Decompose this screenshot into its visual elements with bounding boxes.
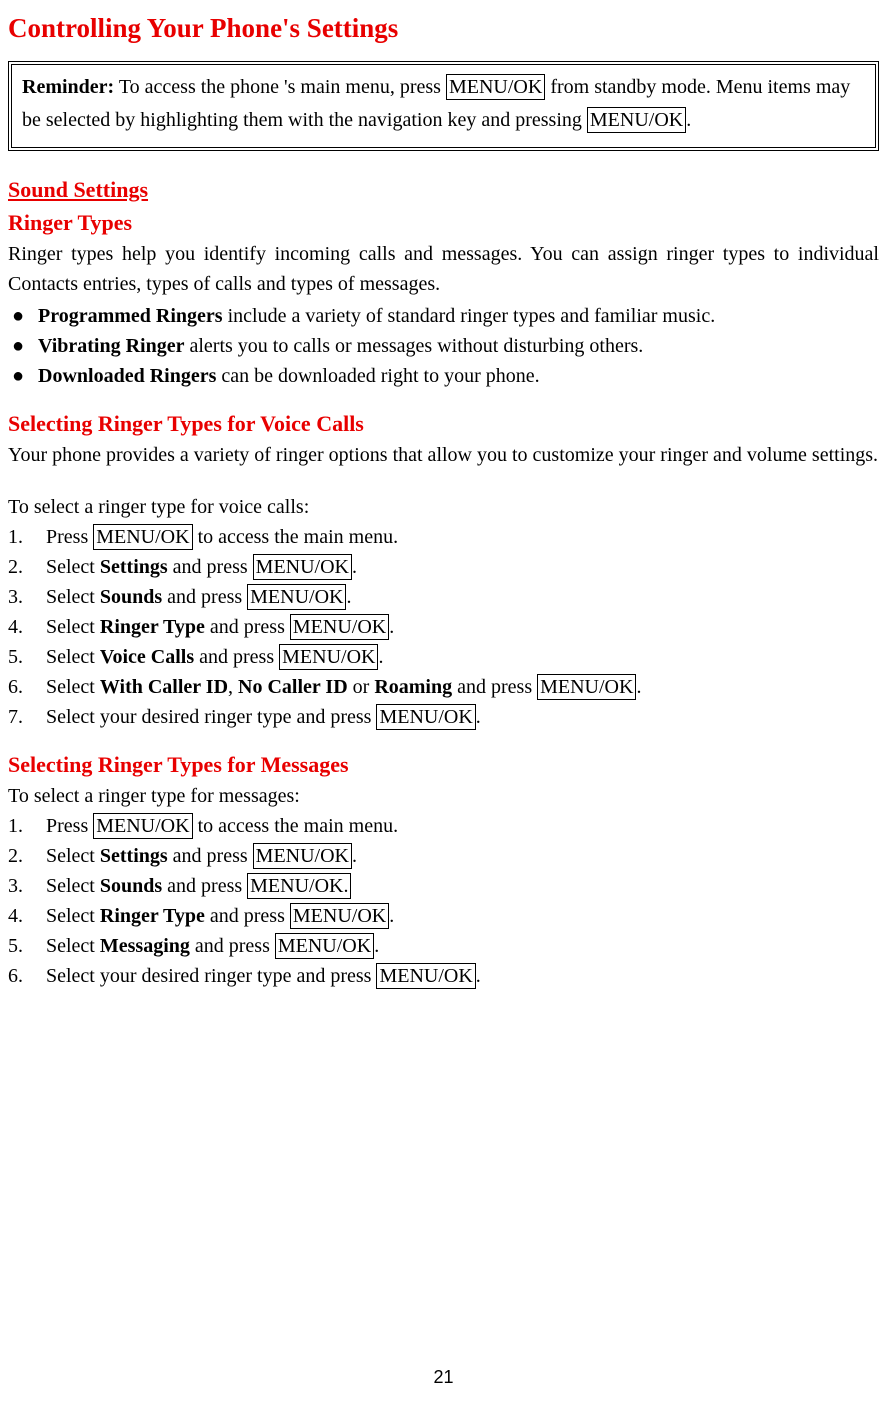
list-item: 4.Select Ringer Type and press MENU/OK.: [8, 612, 879, 642]
step-bold: Sounds: [100, 875, 162, 897]
list-item: 5.Select Messaging and press MENU/OK.: [8, 931, 879, 961]
step-bold: Voice Calls: [100, 646, 194, 668]
list-item: 4.Select Ringer Type and press MENU/OK.: [8, 901, 879, 931]
page-number: 21: [0, 1364, 887, 1391]
key-menu-ok: MENU/OK: [290, 614, 389, 640]
key-menu-ok: MENU/OK: [93, 524, 192, 550]
step-text: Select Ringer Type and press MENU/OK.: [46, 612, 879, 642]
bullet-bold: Vibrating Ringer: [38, 335, 184, 357]
step-number: 6.: [8, 672, 46, 702]
step-text: Press MENU/OK to access the main menu.: [46, 811, 879, 841]
step-text: Select With Caller ID, No Caller ID or R…: [46, 672, 879, 702]
key-menu-ok: MENU/OK: [93, 813, 192, 839]
key-menu-ok: MENU/OK: [253, 554, 352, 580]
list-item: 3.Select Sounds and press MENU/OK.: [8, 582, 879, 612]
step-bold: Roaming: [374, 676, 452, 698]
list-item: 5.Select Voice Calls and press MENU/OK.: [8, 642, 879, 672]
step-bold: No Caller ID: [238, 676, 348, 698]
heading-voice-calls: Selecting Ringer Types for Voice Calls: [8, 407, 879, 440]
list-item: 2.Select Settings and press MENU/OK.: [8, 841, 879, 871]
step-number: 4.: [8, 612, 46, 642]
reminder-box: Reminder: To access the phone 's main me…: [11, 64, 876, 148]
heading-messages: Selecting Ringer Types for Messages: [8, 748, 879, 781]
messages-lead: To select a ringer type for messages:: [8, 781, 879, 811]
reminder-label: Reminder:: [22, 76, 114, 98]
bullet-icon: ●: [8, 331, 38, 361]
key-menu-ok: MENU/OK: [279, 644, 378, 670]
list-item: 1.Press MENU/OK to access the main menu.: [8, 811, 879, 841]
list-item: ●Vibrating Ringer alerts you to calls or…: [8, 331, 879, 361]
voice-steps: 1.Press MENU/OK to access the main menu.…: [8, 522, 879, 732]
list-item: 2.Select Settings and press MENU/OK.: [8, 552, 879, 582]
step-number: 1.: [8, 522, 46, 552]
step-text: Select your desired ringer type and pres…: [46, 702, 879, 732]
heading-sound-settings: Sound Settings: [8, 173, 879, 206]
step-text: Select Sounds and press MENU/OK.: [46, 871, 879, 901]
step-bold: Messaging: [100, 935, 190, 957]
step-bold: Ringer Type: [100, 616, 205, 638]
key-menu-ok: MENU/OK: [376, 963, 475, 989]
step-bold: Ringer Type: [100, 905, 205, 927]
key-menu-ok: MENU/OK: [290, 903, 389, 929]
step-number: 3.: [8, 582, 46, 612]
step-text: Select your desired ringer type and pres…: [46, 961, 879, 991]
key-menu-ok: MENU/OK: [446, 74, 545, 100]
page-title: Controlling Your Phone's Settings: [8, 8, 879, 49]
step-bold: Sounds: [100, 586, 162, 608]
key-menu-ok: MENU/OK: [253, 843, 352, 869]
step-text: Select Voice Calls and press MENU/OK.: [46, 642, 879, 672]
step-number: 5.: [8, 642, 46, 672]
bullet-icon: ●: [8, 301, 38, 331]
step-text: Select Sounds and press MENU/OK.: [46, 582, 879, 612]
bullet-rest: can be downloaded right to your phone.: [216, 365, 539, 387]
key-menu-ok: MENU/OK: [247, 584, 346, 610]
step-number: 7.: [8, 702, 46, 732]
bullet-bold: Downloaded Ringers: [38, 365, 216, 387]
step-number: 6.: [8, 961, 46, 991]
list-item: 7.Select your desired ringer type and pr…: [8, 702, 879, 732]
list-item: 6.Select With Caller ID, No Caller ID or…: [8, 672, 879, 702]
reminder-outer: Reminder: To access the phone 's main me…: [8, 61, 879, 151]
step-number: 1.: [8, 811, 46, 841]
messages-steps: 1.Press MENU/OK to access the main menu.…: [8, 811, 879, 991]
step-number: 5.: [8, 931, 46, 961]
step-number: 2.: [8, 552, 46, 582]
bullet-rest: alerts you to calls or messages without …: [184, 335, 643, 357]
ringer-bullets: ●Programmed Ringers include a variety of…: [8, 301, 879, 391]
list-item: 3.Select Sounds and press MENU/OK.: [8, 871, 879, 901]
list-item: ●Downloaded Ringers can be downloaded ri…: [8, 361, 879, 391]
key-menu-ok: MENU/OK: [537, 674, 636, 700]
step-text: Select Settings and press MENU/OK.: [46, 552, 879, 582]
step-bold: Settings: [100, 556, 168, 578]
key-menu-ok: MENU/OK: [275, 933, 374, 959]
step-text: Select Settings and press MENU/OK.: [46, 841, 879, 871]
list-item: 1.Press MENU/OK to access the main menu.: [8, 522, 879, 552]
step-text: Select Messaging and press MENU/OK.: [46, 931, 879, 961]
reminder-t3: .: [686, 109, 691, 131]
step-number: 2.: [8, 841, 46, 871]
bullet-bold: Programmed Ringers: [38, 305, 223, 327]
bullet-icon: ●: [8, 361, 38, 391]
step-number: 3.: [8, 871, 46, 901]
key-menu-ok: MENU/OK: [587, 107, 686, 133]
step-number: 4.: [8, 901, 46, 931]
key-menu-ok: MENU/OK: [376, 704, 475, 730]
list-item: 6.Select your desired ringer type and pr…: [8, 961, 879, 991]
list-item: ●Programmed Ringers include a variety of…: [8, 301, 879, 331]
step-bold: Settings: [100, 845, 168, 867]
key-menu-ok: MENU/OK.: [247, 873, 351, 899]
step-text: Select Ringer Type and press MENU/OK.: [46, 901, 879, 931]
heading-ringer-types: Ringer Types: [8, 206, 879, 239]
voice-lead: To select a ringer type for voice calls:: [8, 492, 879, 522]
voice-intro: Your phone provides a variety of ringer …: [8, 440, 879, 470]
bullet-rest: include a variety of standard ringer typ…: [223, 305, 716, 327]
reminder-t1: To access the phone 's main menu, press: [114, 76, 446, 98]
ringer-intro: Ringer types help you identify incoming …: [8, 239, 879, 299]
step-text: Press MENU/OK to access the main menu.: [46, 522, 879, 552]
step-bold: With Caller ID: [100, 676, 228, 698]
